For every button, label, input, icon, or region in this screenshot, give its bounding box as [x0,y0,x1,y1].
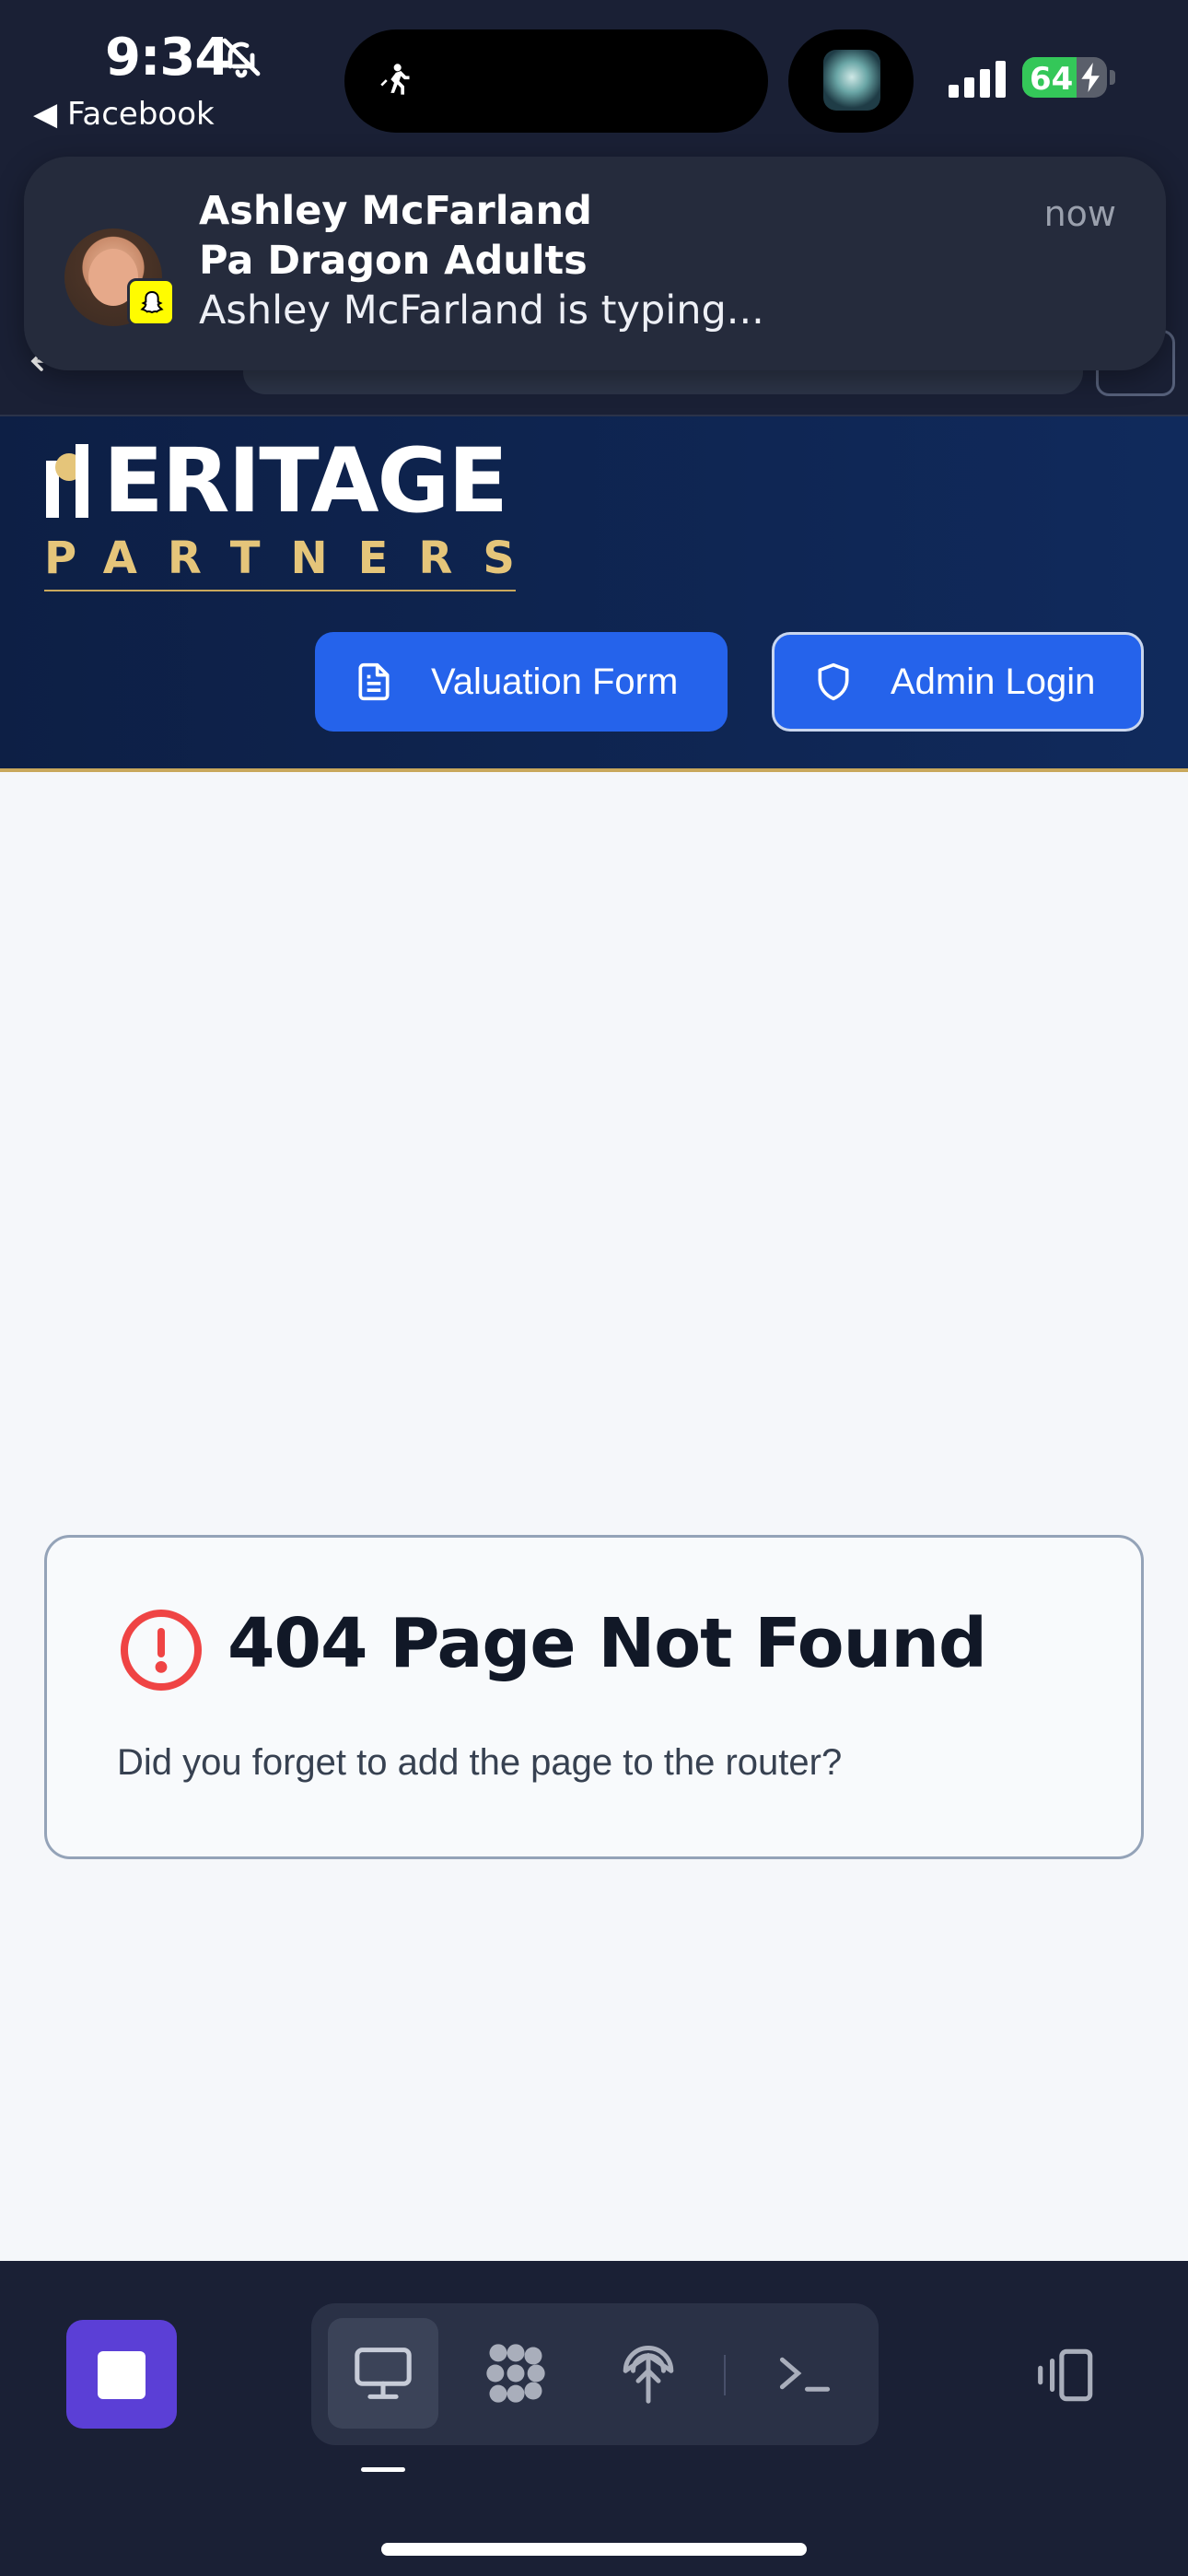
heritage-partners-logo[interactable]: ERITAGE PARTNERS [44,437,516,591]
home-indicator[interactable] [381,2543,807,2556]
apps-view-button[interactable] [460,2318,571,2429]
bolt-icon [1081,63,1100,92]
apps-grid-icon [486,2344,545,2403]
alert-circle-icon [121,1610,202,1691]
notification-message: Ashley McFarland is typing... [199,287,764,334]
battery-cap [1110,70,1115,85]
admin-login-button[interactable]: Admin Login [772,632,1144,732]
notification-subtitle: Pa Dragon Adults [199,238,588,284]
notification-title: Ashley McFarland [199,188,592,234]
broadcast-view-button[interactable] [593,2318,704,2429]
terminal-view-button[interactable] [750,2318,860,2429]
logo-wordmark-top: ERITAGE [103,429,508,533]
logo-wordmark-bottom: PARTNERS [44,533,545,584]
broadcast-icon [623,2346,674,2404]
notification-time: now [1043,193,1116,234]
active-tab-indicator [361,2467,405,2472]
now-playing-island[interactable] [788,29,914,133]
dynamic-island[interactable] [344,29,768,133]
error-card: 404 Page Not Found Did you forget to add… [44,1535,1144,1859]
error-message: Did you forget to add the page to the ro… [117,1742,843,1783]
notification-banner[interactable]: Ashley McFarland Pa Dragon Adults Ashley… [24,157,1166,370]
terminal-icon [779,2357,831,2392]
logo-h-mark [44,444,99,518]
shield-icon [813,660,854,704]
status-bar: 9:34 ◀ Facebook 64 [0,0,1188,157]
switcher-divider [724,2355,726,2395]
logo-underline [44,590,516,591]
desktop-view-button[interactable] [328,2318,438,2429]
stop-button[interactable] [66,2320,177,2429]
valuation-form-label: Valuation Form [431,661,679,702]
walking-icon [380,64,410,95]
main-content [0,772,1188,2261]
back-to-app-link[interactable]: ◀ Facebook [33,96,215,133]
document-icon [354,660,394,704]
rotate-device-icon[interactable] [1033,2346,1100,2405]
admin-login-label: Admin Login [891,661,1096,702]
error-title: 404 Page Not Found [227,1604,987,1683]
stop-icon [98,2351,146,2399]
status-time: 9:34 [105,28,230,88]
album-art [823,50,880,111]
battery-percent: 64 [1030,61,1074,98]
snapchat-ghost-icon [127,278,175,326]
valuation-form-button[interactable]: Valuation Form [315,632,728,732]
desktop-icon [355,2348,412,2399]
bell-slash-icon [222,38,261,78]
battery-icon: 64 [1022,57,1107,98]
signal-icon [949,61,1006,98]
view-switcher [311,2303,879,2445]
